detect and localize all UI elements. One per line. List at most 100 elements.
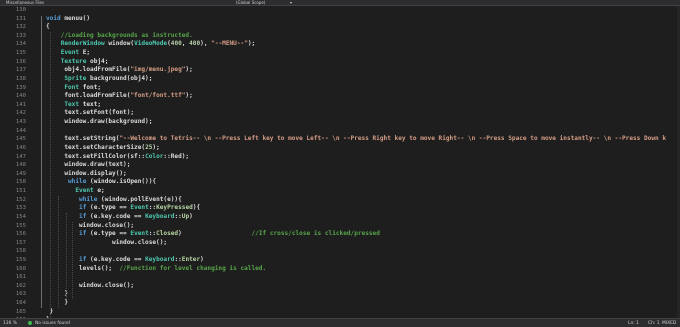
code-line[interactable]: 160 levels(); //Function for level chang… [0, 265, 680, 274]
chevron-down-icon[interactable]: ▾ [290, 0, 292, 5]
code-text[interactable]: text.setCharacterSize(25); [46, 143, 159, 153]
code-line[interactable]: 135 Event E; [0, 49, 680, 58]
code-line[interactable]: 158 [0, 247, 680, 256]
code-text[interactable]: font.loadFromFile("font/font.ttf"); [46, 92, 192, 101]
code-token: ) [178, 230, 252, 238]
code-line[interactable]: 130 [0, 6, 680, 15]
code-line[interactable]: 154 if (e.key.code == Keyboard::Up) [0, 213, 680, 222]
code-token: e; [93, 187, 105, 195]
line-number: 150 [15, 179, 26, 186]
code-token: font.loadFromFile( [46, 92, 131, 100]
indent-guide [50, 31, 51, 325]
code-line[interactable]: 150 while (window.isOpen()){ [0, 178, 680, 187]
code-line[interactable]: 161 [0, 273, 680, 282]
code-line[interactable]: 163 } [0, 290, 680, 299]
code-line[interactable]: 138 Sprite background(obj4); [0, 75, 680, 84]
line-number: 157 [15, 239, 26, 246]
code-token: text.setCharacterSize( [46, 143, 146, 151]
code-text[interactable]: window.close(); [46, 282, 134, 291]
code-text[interactable]: levels(); //Function for level changing … [46, 265, 266, 274]
code-token: window.close(); [46, 238, 168, 246]
code-line[interactable]: 137 obj4.loadFromFile("img/menu.jpeg"); [0, 66, 680, 75]
code-line[interactable]: 162 window.close(); [0, 282, 680, 291]
code-text[interactable]: Sprite background(obj4); [46, 75, 152, 84]
code-line[interactable]: 151 Event e; [0, 187, 680, 196]
code-token: window.close(); [46, 221, 135, 229]
code-token: "font/font.ttf" [130, 92, 186, 100]
code-line[interactable]: 132 { [0, 23, 680, 32]
code-line[interactable]: 155 window.close(); [0, 222, 680, 231]
code-line[interactable]: 146 text.setCharacterSize(25); [0, 144, 680, 153]
code-text[interactable]: text.setFillColor(sf::Color::Red); [46, 153, 189, 162]
code-text[interactable]: window.draw(background); [46, 118, 152, 127]
code-line[interactable]: 156 if (e.type == Event::Closed) //If cr… [0, 230, 680, 239]
code-token: :: [148, 230, 157, 238]
code-text[interactable]: if (e.type == Event::KeyPressed){ [46, 204, 200, 213]
line-number: 145 [15, 136, 26, 143]
code-text[interactable]: text.setFont(font); [46, 109, 134, 118]
code-token: window.draw(text); [46, 161, 131, 169]
code-line[interactable]: 139 Font font; [0, 84, 680, 93]
code-editor[interactable]: 130 131 void menuu() 132 {133 //Loading back… [0, 6, 680, 325]
issues-status[interactable]: No issues found [35, 321, 70, 326]
code-token: text.setString( [46, 135, 120, 143]
code-token: Text [64, 100, 80, 108]
code-token: levels(); [46, 264, 120, 272]
code-text[interactable]: Event e; [46, 187, 105, 196]
code-text[interactable]: { [46, 23, 50, 32]
code-text[interactable]: while (window.isOpen()){ [46, 178, 156, 187]
code-token: Texture [60, 57, 87, 65]
code-text[interactable]: window.close(); [46, 222, 134, 231]
code-line[interactable]: 145 text.setString("--Welcome to Tetris-… [0, 135, 680, 144]
code-token: while [79, 195, 98, 203]
code-text[interactable]: RenderWindow window(VideoMode(400, 400),… [46, 40, 256, 49]
code-text[interactable]: obj4.loadFromFile("img/menu.jpeg"); [46, 66, 192, 75]
code-line[interactable]: 144 [0, 127, 680, 136]
code-text[interactable]: Font font; [46, 84, 101, 93]
code-line[interactable]: 131 void menuu() [0, 15, 680, 24]
code-text[interactable]: void menuu() [46, 15, 90, 24]
line-number: 144 [15, 127, 26, 134]
code-line[interactable]: 134 RenderWindow window(VideoMode(400, 4… [0, 40, 680, 49]
code-line[interactable]: 165 } [0, 308, 680, 317]
code-line[interactable]: 147 text.setFillColor(sf::Color::Red); [0, 153, 680, 162]
code-line[interactable]: 148 window.draw(text); [0, 161, 680, 170]
scope-dropdown[interactable]: (Global Scope) [236, 0, 265, 5]
code-token: //Function for level changing is called. [119, 264, 267, 272]
code-line[interactable]: 153 if (e.type == Event::KeyPressed){ [0, 204, 680, 213]
line-number: 152 [15, 196, 26, 203]
code-token: (e.type == [86, 204, 131, 212]
code-line[interactable]: 143 window.draw(background); [0, 118, 680, 127]
code-token: text; [79, 100, 102, 108]
code-line[interactable]: 159 if (e.key.code == Keyboard::Enter) [0, 256, 680, 265]
code-token: VideoMode [134, 40, 168, 48]
line-number: 161 [15, 274, 26, 281]
code-token: ) [189, 212, 193, 220]
encoding-indicator[interactable]: MIXED [662, 321, 676, 326]
code-token: background(obj4); [86, 74, 153, 82]
code-text[interactable]: if (e.key.code == Keyboard::Up) [46, 213, 193, 222]
file-tab[interactable]: Miscellaneous Files [6, 0, 44, 5]
code-text[interactable]: window.close(); [46, 239, 167, 248]
code-token: font; [79, 83, 102, 91]
code-line[interactable]: 142 text.setFont(font); [0, 109, 680, 118]
code-token: void [46, 14, 65, 22]
code-text[interactable]: Event E; [46, 49, 90, 58]
code-line[interactable]: 164 } [0, 299, 680, 308]
line-indicator: Ln: 1 [628, 320, 639, 326]
code-text[interactable]: Text text; [46, 101, 101, 110]
code-text[interactable]: text.setString("--Welcome to Tetris-- \n… [46, 135, 666, 144]
code-text[interactable]: if (e.key.code == Keyboard::Enter) [46, 256, 204, 265]
code-line[interactable]: 152 while (window.pollEvent(e)){ [0, 196, 680, 205]
line-number: 132 [15, 24, 26, 31]
code-text[interactable]: while (window.pollEvent(e)){ [46, 196, 182, 205]
code-text[interactable]: if (e.type == Event::Closed) //If cross/… [46, 230, 380, 239]
zoom-level[interactable]: 136 % [3, 321, 17, 326]
code-line[interactable]: 141 Text text; [0, 101, 680, 110]
code-token: ); [247, 40, 256, 48]
code-line[interactable]: 140 font.loadFromFile("font/font.ttf"); [0, 92, 680, 101]
code-text[interactable]: window.draw(text); [46, 161, 130, 170]
code-line[interactable]: 157 window.close(); [0, 239, 680, 248]
